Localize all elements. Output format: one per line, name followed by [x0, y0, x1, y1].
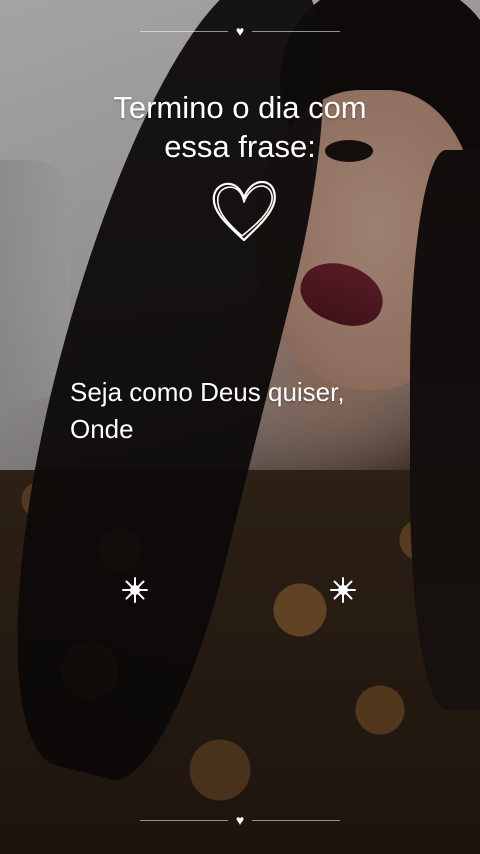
heart-icon: ♥: [235, 23, 245, 39]
message-line-2: Onde: [70, 414, 134, 444]
divider-line: [140, 31, 228, 32]
sparkle-icon: [330, 577, 356, 603]
divider-line: [140, 820, 228, 821]
heart-icon: ♥: [235, 812, 245, 828]
message-line-1: Seja como Deus quiser,: [70, 377, 345, 407]
top-divider: ♥: [140, 22, 340, 42]
divider-line: [252, 820, 340, 821]
title-line-1: Termino o dia com: [113, 90, 367, 125]
sparkle-icon: [122, 577, 148, 603]
divider-line: [252, 31, 340, 32]
story-message: Seja como Deus quiser, Onde: [70, 374, 450, 448]
bottom-divider: ♥: [140, 811, 340, 831]
hand-drawn-heart-icon: [212, 180, 276, 242]
story-title: Termino o dia com essa frase:: [40, 88, 440, 166]
title-line-2: essa frase:: [164, 129, 316, 164]
